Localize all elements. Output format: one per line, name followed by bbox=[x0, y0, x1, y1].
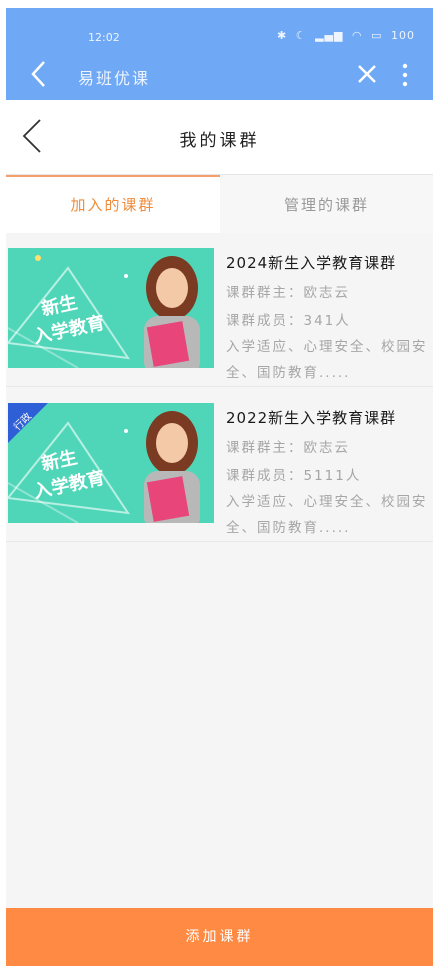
wifi-icon: ◠ bbox=[351, 29, 363, 42]
close-icon[interactable] bbox=[356, 63, 378, 85]
status-time: 12:02 bbox=[88, 31, 120, 44]
course-info: 2024新生入学教育课群 课群群主：欧志云 课群成员：341人 入学适应、心理安… bbox=[226, 252, 432, 386]
course-members: 课群成员：341人 bbox=[226, 313, 351, 329]
battery-icon: ▭ bbox=[371, 29, 383, 42]
app-title: 易班优课 bbox=[78, 69, 151, 88]
course-group-list: 新生 入学教育 2024新生入学教育课群 课群群主：欧志云 课群成员：341人 … bbox=[6, 232, 433, 542]
tab-joined-groups[interactable]: 加入的课群 bbox=[6, 175, 220, 233]
course-owner: 课群群主：欧志云 bbox=[226, 285, 350, 301]
course-thumbnail: 新生 入学教育 bbox=[8, 248, 214, 368]
course-owner: 课群群主：欧志云 bbox=[226, 440, 350, 456]
page-title: 我的课群 bbox=[179, 131, 260, 151]
course-group-item[interactable]: 新生 入学教育 2024新生入学教育课群 课群群主：欧志云 课群成员：341人 … bbox=[6, 232, 433, 387]
status-icons: ✱ ☾ ▂▄▆ ◠ ▭ 100 bbox=[273, 29, 415, 42]
moon-icon: ☾ bbox=[295, 29, 307, 42]
tab-managed-groups[interactable]: 管理的课群 bbox=[220, 175, 433, 233]
tab-bar: 加入的课群 管理的课群 bbox=[6, 174, 433, 233]
course-description: 入学适应、心理安全、校园安全、国防教育..... bbox=[226, 339, 428, 381]
course-title: 2024新生入学教育课群 bbox=[226, 254, 397, 272]
battery-level: 100 bbox=[391, 29, 415, 42]
add-course-group-button[interactable]: 添加课群 bbox=[6, 908, 433, 966]
course-description: 入学适应、心理安全、校园安全、国防教育..... bbox=[226, 494, 428, 536]
signal-icon: ▂▄▆ bbox=[315, 29, 344, 42]
course-title: 2022新生入学教育课群 bbox=[226, 409, 397, 427]
bluetooth-icon: ✱ bbox=[277, 29, 288, 42]
course-info: 2022新生入学教育课群 课群群主：欧志云 课群成员：5111人 入学适应、心理… bbox=[226, 407, 432, 541]
course-group-item[interactable]: 新生 入学教育 行政 2022新生入学教育课群 课群群主：欧志云 课群成员：51… bbox=[6, 387, 433, 542]
more-vertical-icon[interactable] bbox=[400, 63, 410, 87]
course-members: 课群成员：5111人 bbox=[226, 468, 362, 484]
app-back-icon[interactable] bbox=[28, 60, 50, 88]
phone-screen: 12:02 ✱ ☾ ▂▄▆ ◠ ▭ 100 易班优课 我的课群 加入的课群 管理… bbox=[6, 8, 433, 966]
top-bar: 12:02 ✱ ☾ ▂▄▆ ◠ ▭ 100 易班优课 bbox=[6, 8, 433, 100]
course-thumbnail: 新生 入学教育 行政 bbox=[8, 403, 214, 523]
page-header: 我的课群 bbox=[6, 100, 433, 174]
